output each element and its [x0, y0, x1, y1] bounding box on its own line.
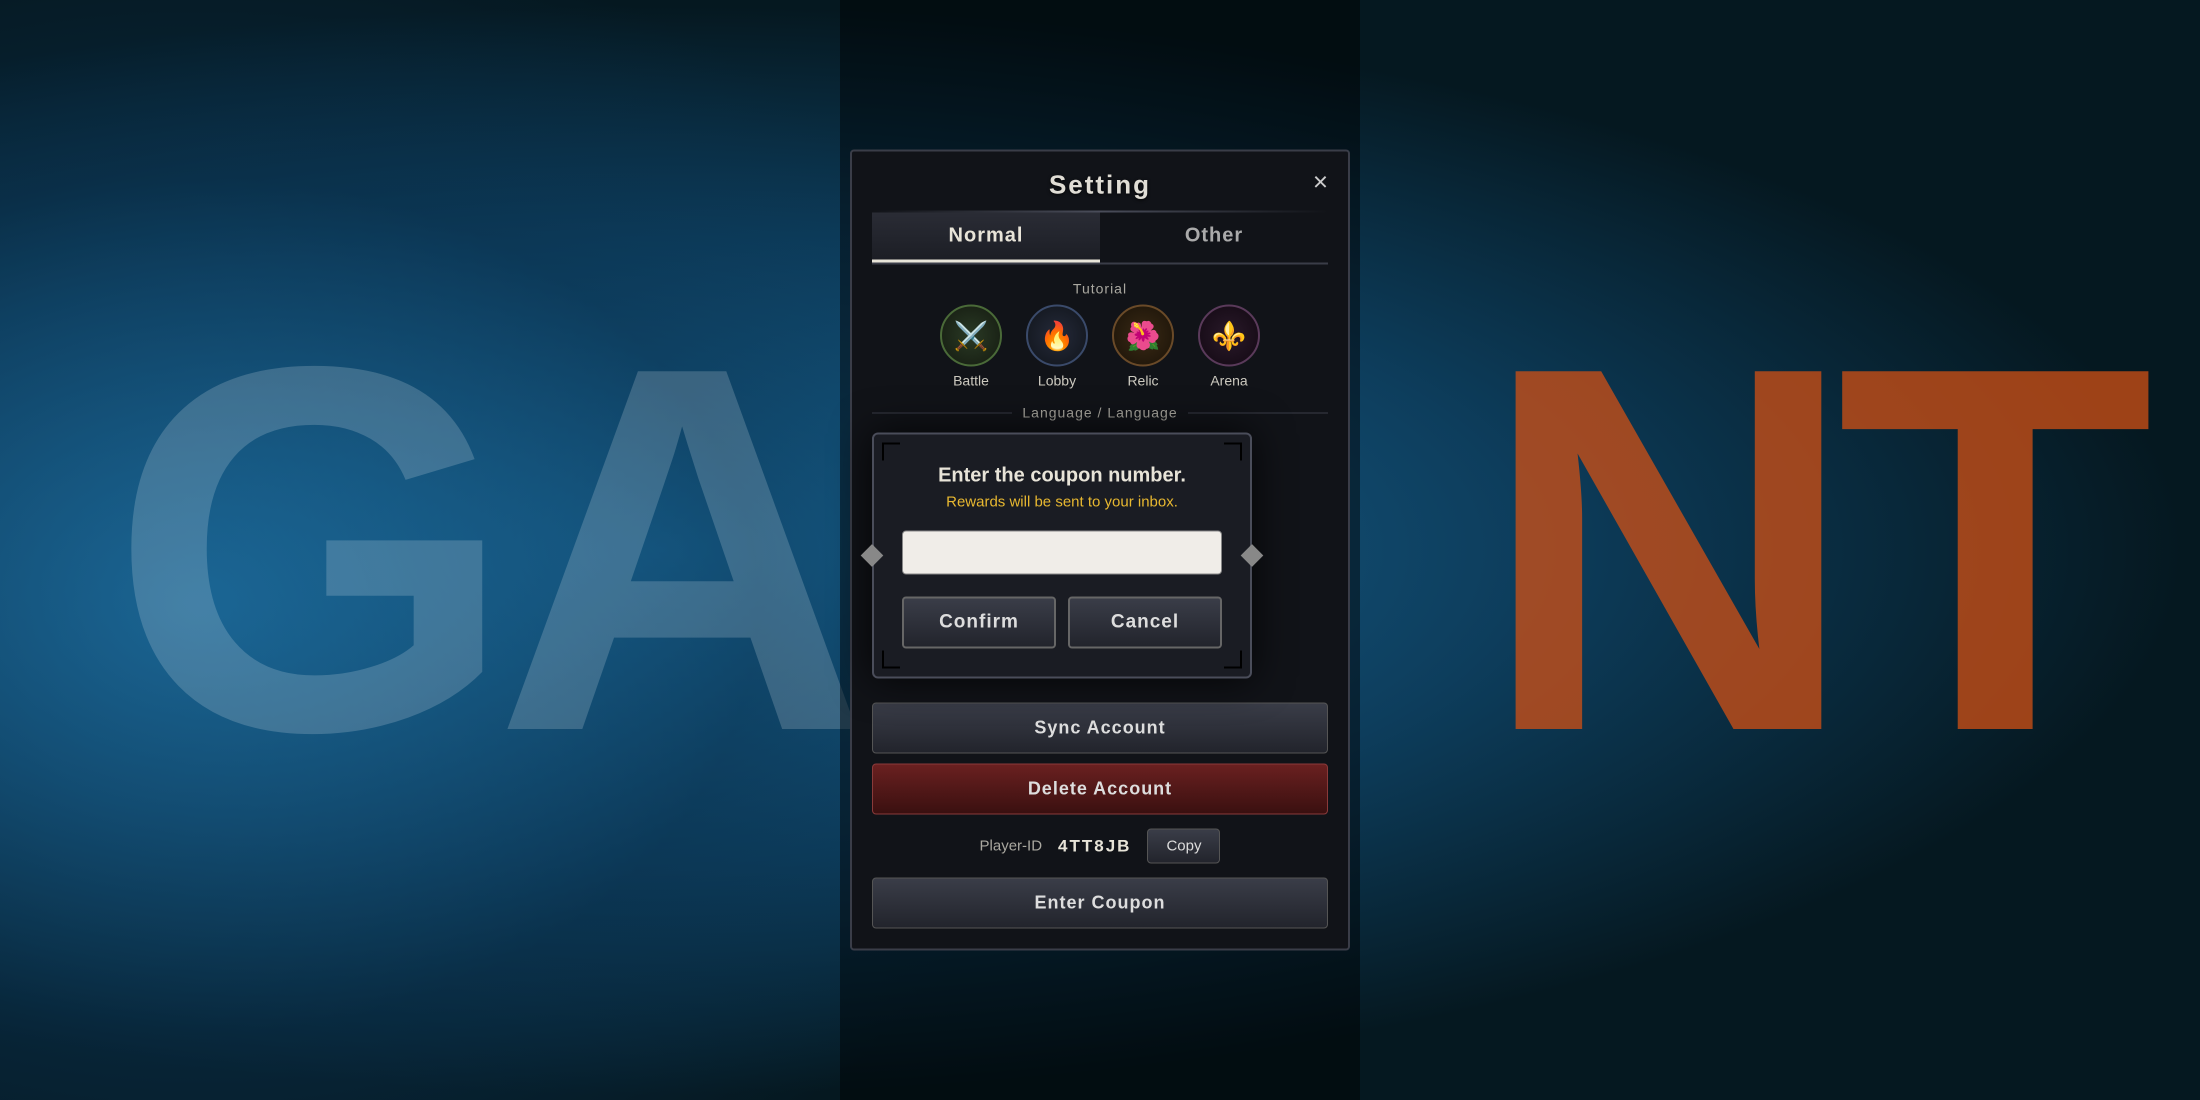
bg-text-nt: NT [1481, 251, 2134, 849]
copy-button[interactable]: Copy [1147, 829, 1220, 864]
bg-text-ga: GA [110, 251, 850, 849]
close-button[interactable]: × [1313, 168, 1328, 194]
corner-br [1224, 651, 1242, 669]
divider-line-left [872, 412, 1012, 413]
relic-label: Relic [1127, 373, 1158, 389]
enter-coupon-button[interactable]: Enter Coupon [872, 878, 1328, 929]
delete-account-button[interactable]: Delete Account [872, 764, 1328, 815]
tutorial-item-battle[interactable]: ⚔️ Battle [940, 305, 1002, 389]
content-area: Tutorial ⚔️ Battle 🔥 Lobby 🌺 Relic ⚜️ Ar… [852, 265, 1348, 433]
battle-label: Battle [953, 373, 989, 389]
dialog-buttons: Confirm Cancel [902, 597, 1222, 649]
setting-title: Setting [1049, 170, 1151, 201]
coupon-dialog: Enter the coupon number. Rewards will be… [872, 433, 1252, 679]
corner-tl [882, 443, 900, 461]
bottom-buttons: Sync Account Delete Account [852, 703, 1348, 815]
tutorial-item-relic[interactable]: 🌺 Relic [1112, 305, 1174, 389]
language-divider: Language / Language [872, 405, 1328, 421]
setting-panel: Setting × Normal Other Tutorial ⚔️ Battl… [850, 150, 1350, 951]
tutorial-icons-row: ⚔️ Battle 🔥 Lobby 🌺 Relic ⚜️ Arena [872, 305, 1328, 389]
arena-icon: ⚜️ [1198, 305, 1260, 367]
battle-icon: ⚔️ [940, 305, 1002, 367]
divider-line-right [1188, 412, 1328, 413]
lobby-label: Lobby [1038, 373, 1076, 389]
diamond-right [1241, 544, 1264, 567]
confirm-button[interactable]: Confirm [902, 597, 1056, 649]
player-id-label: Player-ID [980, 838, 1043, 855]
player-id-row: Player-ID 4TT8JB Copy [852, 829, 1348, 864]
sync-account-button[interactable]: Sync Account [872, 703, 1328, 754]
tab-other[interactable]: Other [1100, 213, 1328, 263]
corner-tr [1224, 443, 1242, 461]
tutorial-item-lobby[interactable]: 🔥 Lobby [1026, 305, 1088, 389]
player-id-value: 4TT8JB [1058, 836, 1131, 856]
setting-header: Setting × [852, 152, 1348, 211]
tab-normal[interactable]: Normal [872, 213, 1100, 263]
relic-icon: 🌺 [1112, 305, 1174, 367]
arena-label: Arena [1210, 373, 1247, 389]
tutorial-item-arena[interactable]: ⚜️ Arena [1198, 305, 1260, 389]
dialog-sub-text: Rewards will be sent to your inbox. [902, 494, 1222, 511]
coupon-input[interactable] [902, 531, 1222, 575]
tutorial-label: Tutorial [872, 281, 1328, 297]
dialog-prompt: Enter the coupon number. [902, 465, 1222, 488]
language-label: Language / Language [1022, 405, 1177, 421]
diamond-left [861, 544, 884, 567]
tabs-row: Normal Other [872, 213, 1328, 265]
lobby-icon: 🔥 [1026, 305, 1088, 367]
cancel-button[interactable]: Cancel [1068, 597, 1222, 649]
corner-bl [882, 651, 900, 669]
